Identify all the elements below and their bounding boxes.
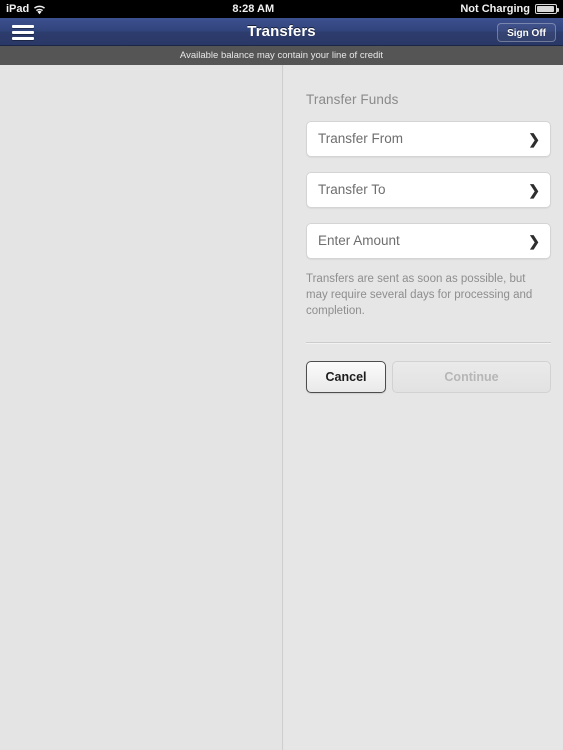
chevron-right-icon: ❯ xyxy=(528,131,540,147)
transfer-to-row[interactable]: Transfer To ❯ xyxy=(306,172,551,208)
status-bar-right: Not Charging xyxy=(460,3,559,15)
content-area: Transfer Funds Transfer From ❯ Transfer … xyxy=(0,65,563,750)
wifi-icon xyxy=(33,5,46,15)
enter-amount-label: Enter Amount xyxy=(318,233,400,248)
status-bar-clock: 8:28 AM xyxy=(232,3,275,15)
navigation-bar: Transfers Sign Off xyxy=(0,18,563,46)
cancel-button[interactable]: Cancel xyxy=(306,361,386,393)
transfer-disclaimer-text: Transfers are sent as soon as possible, … xyxy=(306,273,533,317)
page-title: Transfers xyxy=(247,23,316,40)
section-title: Transfer Funds xyxy=(306,92,399,107)
continue-button[interactable]: Continue xyxy=(392,361,551,393)
transfer-form-pane: Transfer Funds Transfer From ❯ Transfer … xyxy=(284,65,563,750)
device-name-label: iPad xyxy=(6,3,30,15)
status-bar-left: iPad xyxy=(6,3,46,15)
balance-notice-banner: Available balance may contain your line … xyxy=(0,46,563,65)
enter-amount-row[interactable]: Enter Amount ❯ xyxy=(306,223,551,259)
sign-off-button[interactable]: Sign Off xyxy=(497,23,556,42)
battery-status-label: Not Charging xyxy=(460,3,530,15)
chevron-right-icon: ❯ xyxy=(528,233,540,249)
form-divider xyxy=(306,342,551,344)
ios-status-bar: iPad 8:28 AM Not Charging xyxy=(0,0,563,18)
transfers-screen: iPad 8:28 AM Not Charging Transfers Sign… xyxy=(0,0,563,750)
battery-icon xyxy=(535,4,559,14)
left-detail-pane xyxy=(0,65,283,750)
chevron-right-icon: ❯ xyxy=(528,182,540,198)
transfer-from-row[interactable]: Transfer From ❯ xyxy=(306,121,551,157)
transfer-from-label: Transfer From xyxy=(318,131,404,146)
transfer-to-label: Transfer To xyxy=(318,182,386,197)
